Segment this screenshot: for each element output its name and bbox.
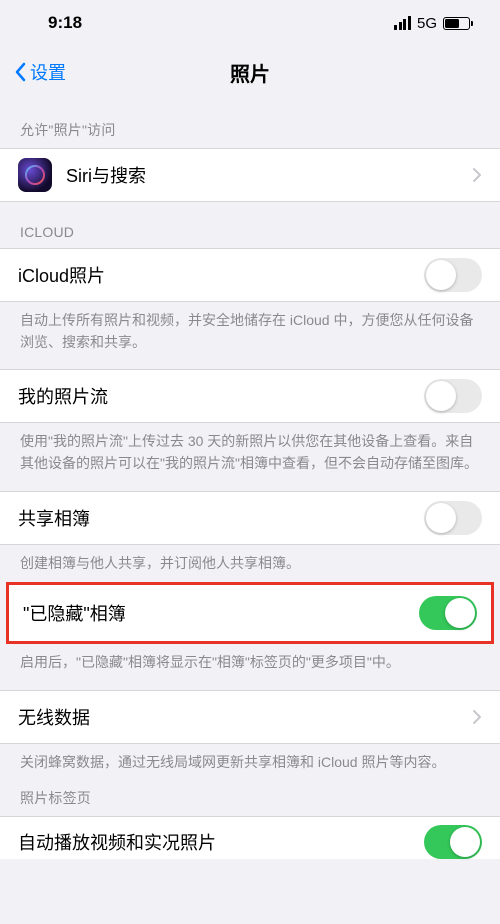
- my-photo-stream-footer: 使用"我的照片流"上传过去 30 天的新照片以供您在其他设备上查看。来自其他设备…: [0, 423, 500, 474]
- status-time: 9:18: [48, 13, 82, 33]
- hidden-album-row[interactable]: "已隐藏"相簿: [9, 585, 491, 641]
- autoplay-label: 自动播放视频和实况照片: [18, 829, 216, 855]
- status-bar: 9:18 5G: [0, 0, 500, 46]
- my-photo-stream-toggle[interactable]: [424, 379, 482, 413]
- cellular-data-label: 无线数据: [18, 704, 472, 730]
- page-title: 照片: [0, 58, 500, 87]
- cellular-data-row[interactable]: 无线数据: [0, 690, 500, 744]
- network-label: 5G: [417, 15, 437, 32]
- my-photo-stream-row[interactable]: 我的照片流: [0, 369, 500, 423]
- hidden-album-footer: 启用后，"已隐藏"相簿将显示在"相簿"标签页的"更多项目"中。: [0, 644, 500, 674]
- my-photo-stream-label: 我的照片流: [18, 383, 424, 409]
- hidden-album-toggle[interactable]: [419, 596, 477, 630]
- shared-album-footer: 创建相簿与他人共享，并订阅他人共享相簿。: [0, 545, 500, 575]
- icloud-photos-row[interactable]: iCloud照片: [0, 248, 500, 302]
- status-indicators: 5G: [394, 15, 470, 32]
- cellular-data-footer: 关闭蜂窝数据，通过无线局域网更新共享相簿和 iCloud 照片等内容。: [0, 744, 500, 774]
- hidden-album-label: "已隐藏"相簿: [23, 600, 419, 626]
- icloud-photos-toggle[interactable]: [424, 258, 482, 292]
- shared-album-toggle[interactable]: [424, 501, 482, 535]
- siri-search-row[interactable]: Siri与搜索: [0, 148, 500, 202]
- autoplay-toggle[interactable]: [424, 825, 482, 859]
- section-header-allow: 允许"照片"访问: [0, 110, 500, 148]
- shared-album-label: 共享相簿: [18, 505, 424, 531]
- section-header-tabs: 照片标签页: [0, 774, 500, 816]
- highlighted-area: "已隐藏"相簿: [6, 582, 494, 644]
- chevron-right-icon: [472, 167, 482, 183]
- siri-icon: [18, 158, 52, 192]
- chevron-right-icon: [472, 709, 482, 725]
- back-button[interactable]: 设置: [14, 59, 66, 85]
- chevron-left-icon: [14, 62, 26, 82]
- battery-icon: [443, 17, 470, 30]
- section-header-icloud: ICLOUD: [0, 202, 500, 248]
- cellular-signal-icon: [394, 16, 411, 30]
- icloud-photos-label: iCloud照片: [18, 262, 424, 288]
- siri-search-label: Siri与搜索: [66, 162, 472, 188]
- navigation-bar: 设置 照片: [0, 46, 500, 98]
- shared-album-row[interactable]: 共享相簿: [0, 491, 500, 545]
- autoplay-row[interactable]: 自动播放视频和实况照片: [0, 816, 500, 859]
- icloud-photos-footer: 自动上传所有照片和视频，并安全地储存在 iCloud 中，方便您从任何设备浏览、…: [0, 302, 500, 353]
- back-label: 设置: [30, 59, 66, 85]
